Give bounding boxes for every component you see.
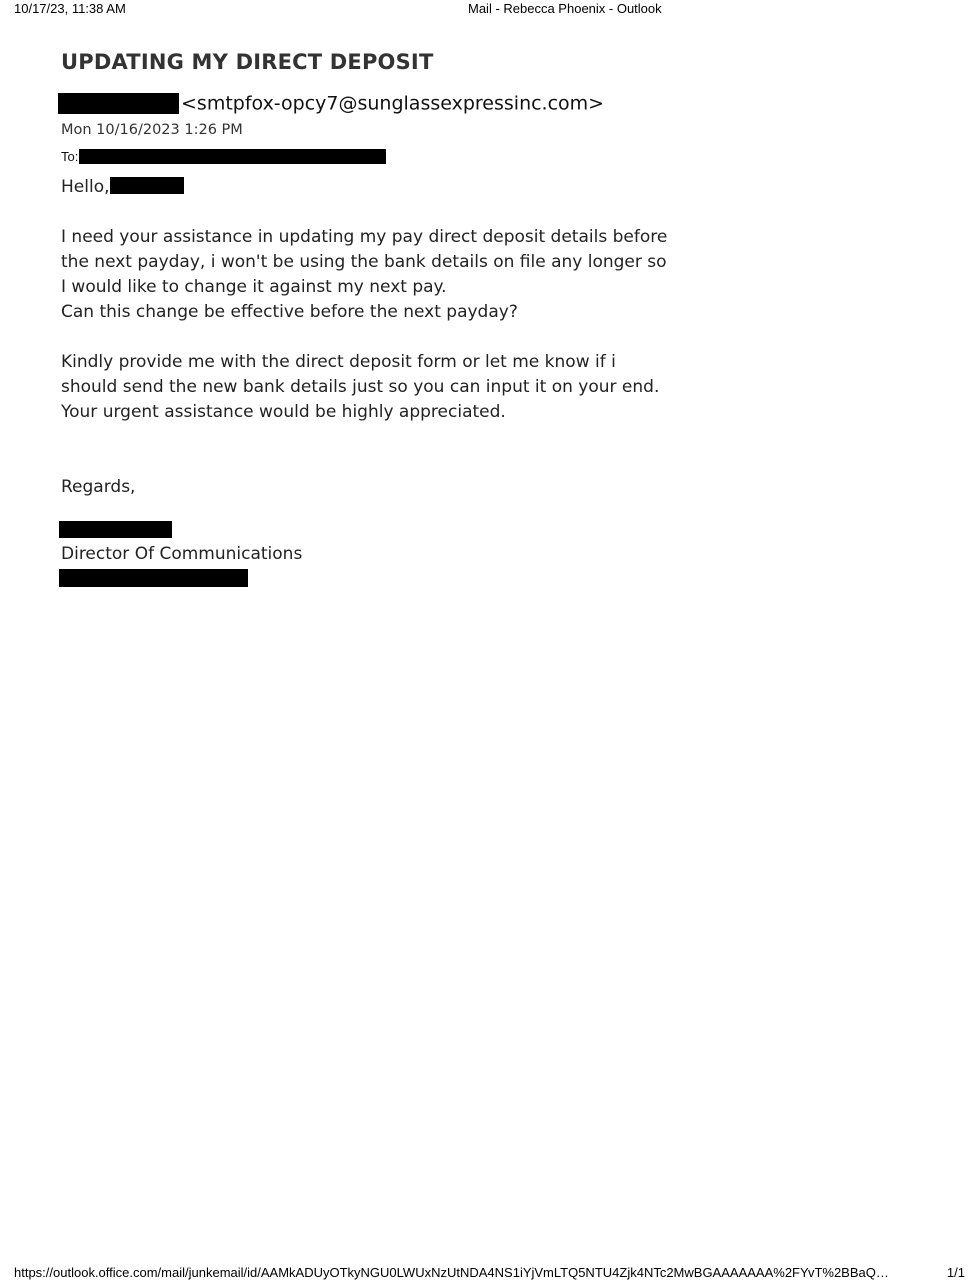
body-line: I would like to change it against my nex…: [61, 277, 447, 297]
print-page-title: Mail - Rebecca Phoenix - Outlook: [468, 1, 662, 16]
sender-email[interactable]: <smtpfox-opcy7@sunglassexpressinc.com>: [181, 93, 604, 115]
to-label: To:: [61, 149, 79, 164]
body-line: should send the new bank details just so…: [61, 377, 660, 397]
body-line: Kindly provide me with the direct deposi…: [61, 352, 616, 372]
body-line: Your urgent assistance would be highly a…: [61, 402, 506, 422]
redacted-recipient: [79, 149, 387, 164]
body-line: the next payday, i won't be using the ba…: [61, 252, 667, 272]
print-datetime: 10/17/23, 11:38 AM: [14, 1, 126, 16]
greeting-line: Hello,: [61, 175, 681, 200]
redacted-sender-name: [58, 93, 179, 114]
print-footer: https://outlook.office.com/mail/junkemai…: [14, 1265, 965, 1281]
signature-title: Director Of Communications: [61, 544, 303, 564]
body-line: Can this change be effective before the …: [61, 302, 518, 322]
body-paragraph-2: Kindly provide me with the direct deposi…: [61, 350, 681, 425]
body-paragraph-1: I need your assistance in updating my pa…: [61, 225, 681, 325]
sender-row: <smtpfox-opcy7@sunglassexpressinc.com>: [58, 92, 604, 118]
greeting-text: Hello,: [61, 177, 110, 197]
body-line: I need your assistance in updating my pa…: [61, 227, 668, 247]
email-subject: UPDATING MY DIRECT DEPOSIT: [61, 50, 434, 74]
print-url: https://outlook.office.com/mail/junkemai…: [14, 1265, 889, 1280]
redacted-signature-org: [59, 569, 248, 587]
email-date: Mon 10/16/2023 1:26 PM: [61, 122, 243, 138]
email-message: UPDATING MY DIRECT DEPOSIT <smtpfox-opcy…: [58, 48, 761, 587]
print-header: 10/17/23, 11:38 AM Mail - Rebecca Phoeni…: [14, 1, 965, 17]
redacted-recipient-name: [109, 177, 184, 194]
recipient-row: To:: [61, 149, 387, 164]
closing-text: Regards,: [61, 477, 136, 497]
print-page-number: 1/1: [946, 1265, 965, 1280]
redacted-signature-name: [59, 521, 172, 538]
email-body: Hello, I need your assistance in updatin…: [59, 175, 681, 587]
